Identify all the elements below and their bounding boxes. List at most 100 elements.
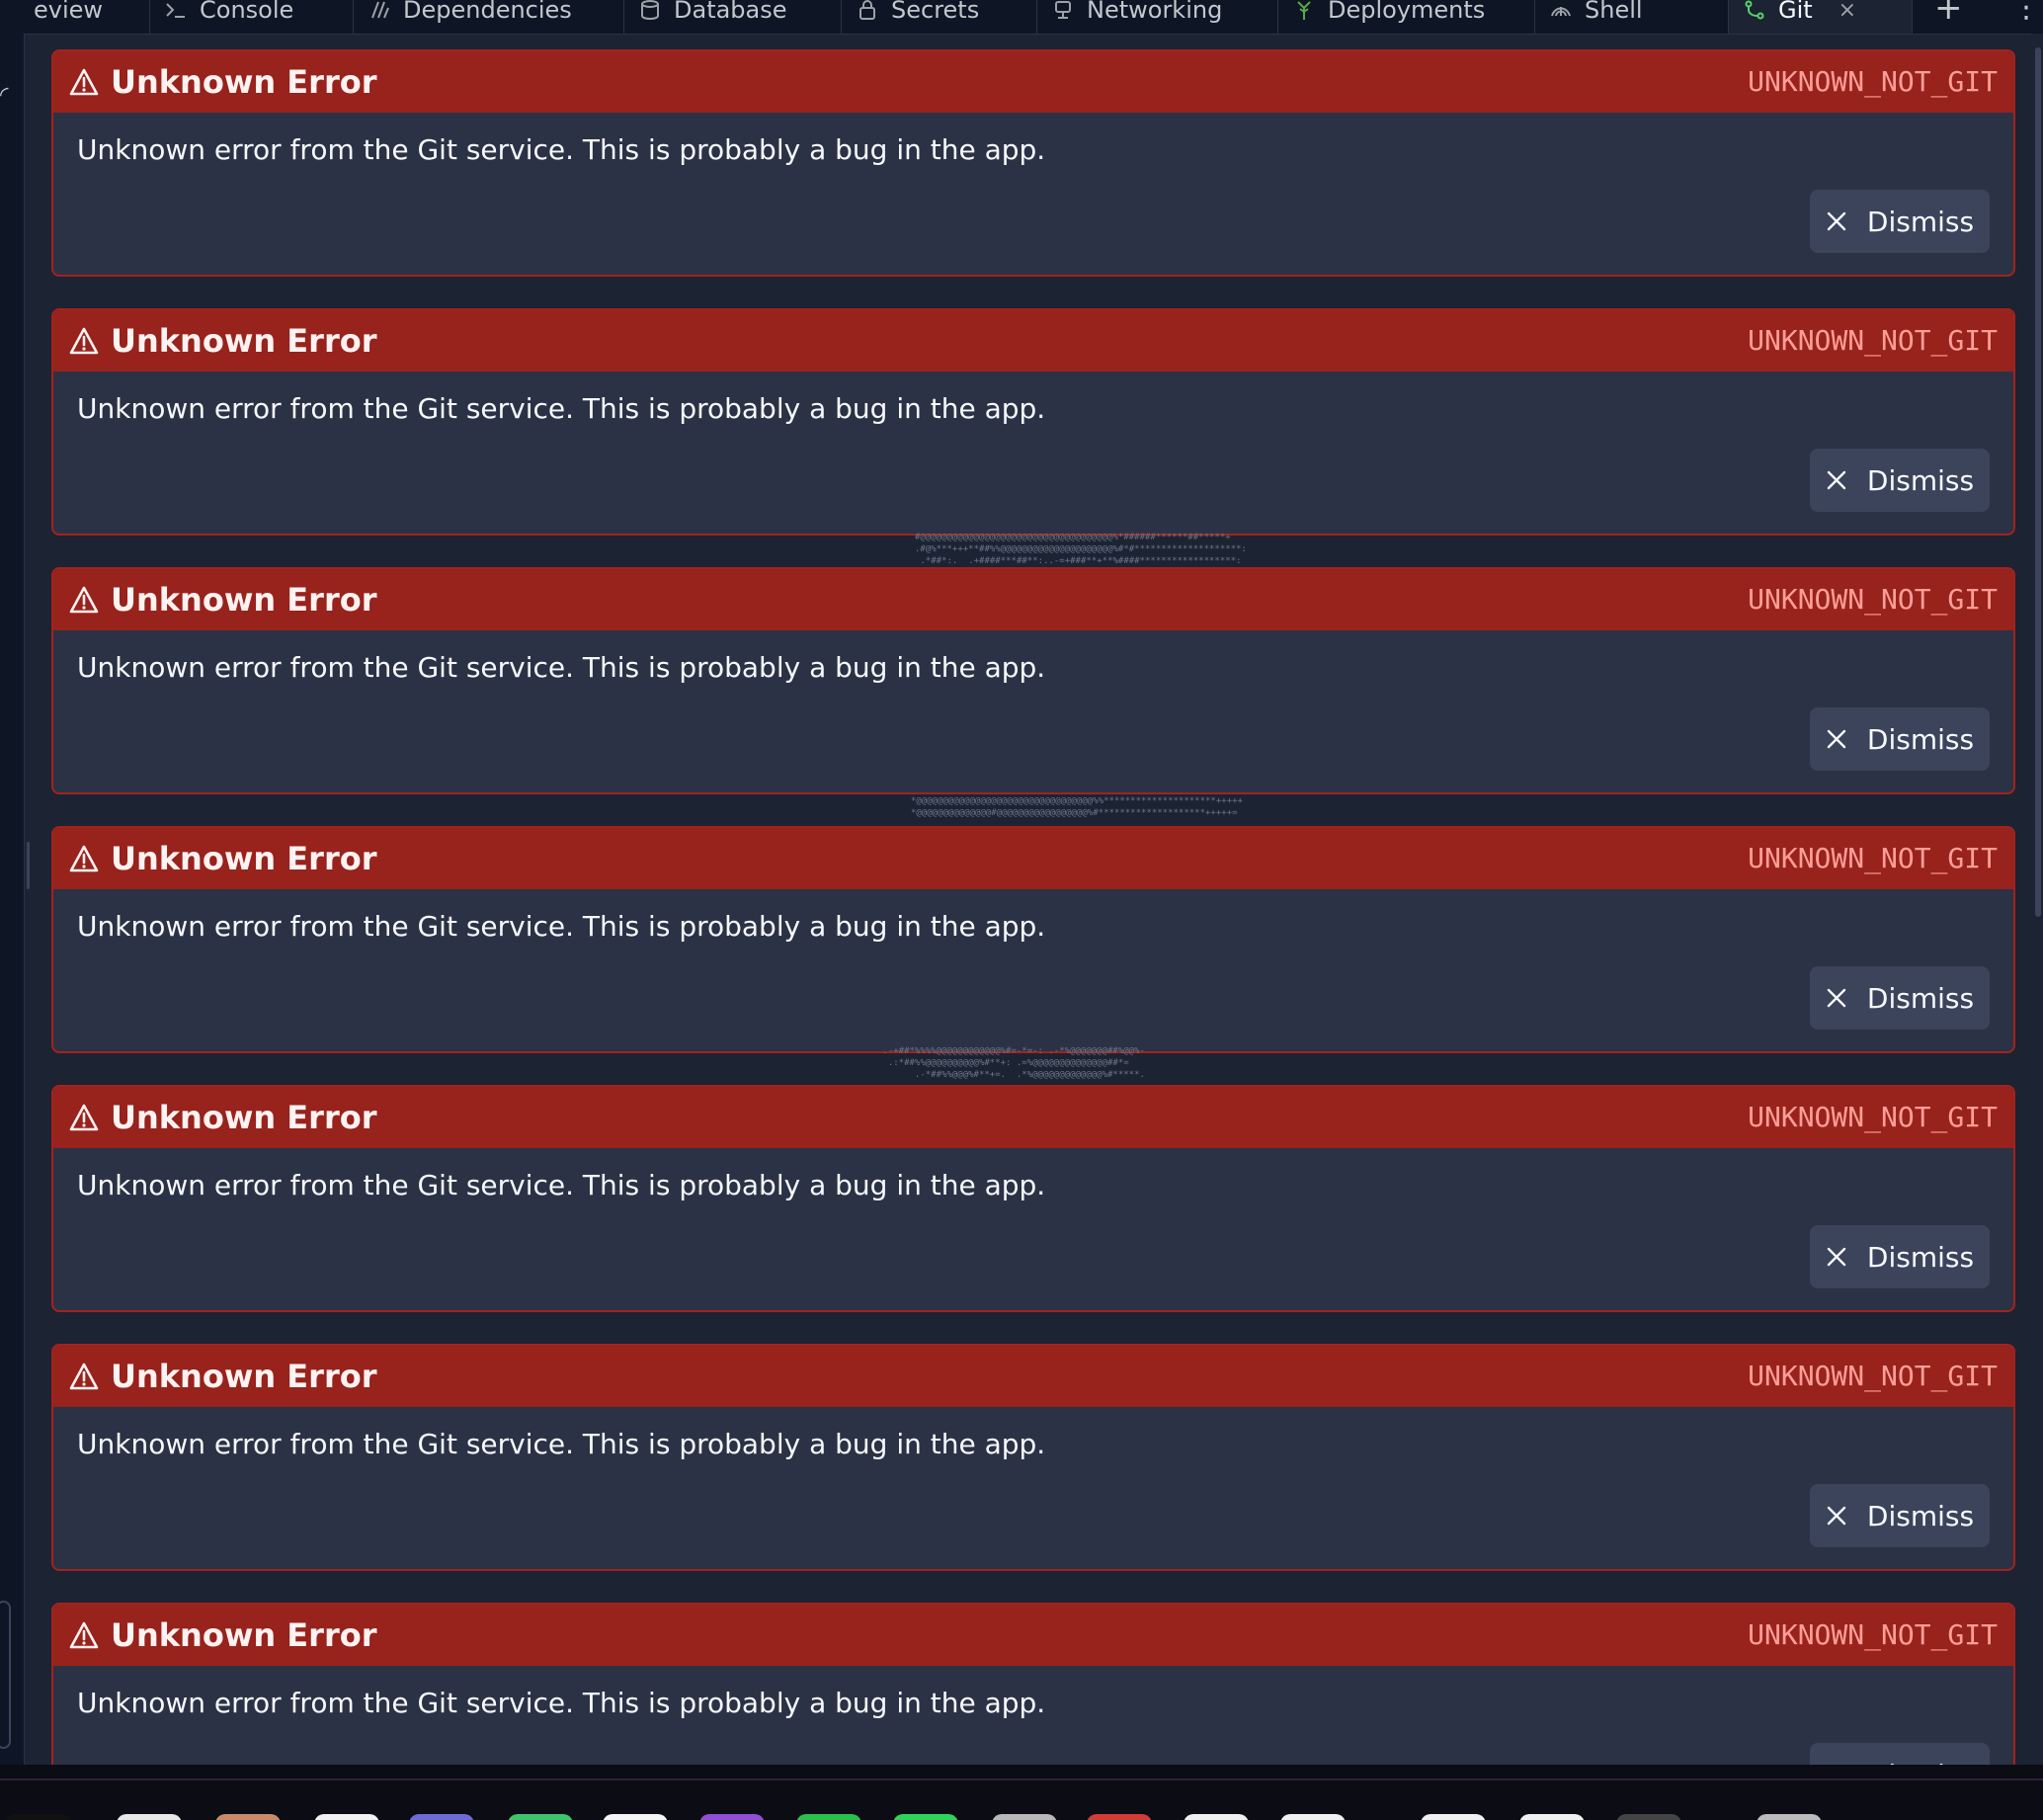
tab-label: Dependencies — [403, 0, 572, 24]
tab-git[interactable]: Git × — [1729, 0, 1913, 34]
tab-deployments[interactable]: Deployments — [1278, 0, 1535, 34]
error-code: UNKNOWN_NOT_GIT — [1748, 1618, 1998, 1651]
dock-app-icon[interactable] — [1519, 1814, 1585, 1820]
dismiss-button[interactable]: Dismiss — [1810, 1484, 1990, 1547]
database-icon — [638, 0, 662, 22]
error-code: UNKNOWN_NOT_GIT — [1748, 1360, 1998, 1392]
dock-app-icon[interactable] — [893, 1814, 958, 1820]
warning-triangle-icon — [69, 1621, 99, 1649]
shell-icon — [1549, 0, 1573, 22]
error-message: Unknown error from the Git service. This… — [77, 1428, 1046, 1460]
close-icon — [1827, 988, 1846, 1008]
error-card-header: Unknown Error UNKNOWN_NOT_GIT — [53, 51, 2013, 113]
error-card: Unknown Error UNKNOWN_NOT_GIT Unknown erro… — [51, 49, 2015, 277]
error-card-header: Unknown Error UNKNOWN_NOT_GIT — [53, 1087, 2013, 1148]
tab-secrets[interactable]: Secrets — [842, 0, 1037, 34]
error-card: Unknown Error UNKNOWN_NOT_GIT Unknown erro… — [51, 1603, 2015, 1765]
dock-app-icon[interactable] — [603, 1814, 668, 1820]
error-message: Unknown error from the Git service. This… — [77, 651, 1046, 684]
dock-app-icon[interactable] — [699, 1814, 765, 1820]
error-code: UNKNOWN_NOT_GIT — [1748, 583, 1998, 616]
dock-app-icon[interactable] — [117, 1814, 182, 1820]
ascii-art-fragment: .-+##*%%%%@@@@@@@@@@@@%#=-*=-: .-*%@@@@@… — [882, 1046, 1145, 1080]
tab-label: Deployments — [1328, 0, 1486, 24]
dismiss-button[interactable]: Dismiss — [1810, 190, 1990, 253]
error-card: Unknown Error UNKNOWN_NOT_GIT Unknown erro… — [51, 826, 2015, 1053]
dock-app-icon[interactable] — [314, 1814, 379, 1820]
tab-label: Shell — [1585, 0, 1643, 24]
error-card: Unknown Error UNKNOWN_NOT_GIT Unknown erro… — [51, 308, 2015, 536]
tab-label: eview — [34, 0, 104, 24]
ascii-art-fragment: *@@@@@@@@@@@@@@@@@@@@@@@@@@@@@@@@@%%****… — [911, 796, 1243, 818]
error-card-header: Unknown Error UNKNOWN_NOT_GIT — [53, 1346, 2013, 1407]
app-window: eview Console Dependencies Database Secr… — [0, 0, 2043, 1820]
dismiss-label: Dismiss — [1866, 463, 1975, 497]
dismiss-label: Dismiss — [1866, 205, 1975, 238]
dock-app-icon[interactable] — [215, 1814, 281, 1820]
dock-app-icon[interactable] — [992, 1814, 1057, 1820]
error-card: Unknown Error UNKNOWN_NOT_GIT Unknown erro… — [51, 1344, 2015, 1571]
dismiss-button[interactable]: Dismiss — [1810, 1225, 1990, 1288]
dismiss-button[interactable]: Dismiss — [1810, 449, 1990, 512]
new-tab-button[interactable]: + — [1934, 0, 1963, 28]
error-message: Unknown error from the Git service. This… — [77, 133, 1046, 166]
tab-shell[interactable]: Shell — [1535, 0, 1729, 34]
dismiss-label: Dismiss — [1866, 722, 1975, 756]
warning-triangle-icon — [69, 1104, 99, 1131]
scrollbar-thumb[interactable] — [2035, 47, 2041, 917]
close-icon — [1827, 729, 1846, 749]
more-options-icon[interactable]: ⋮ — [2011, 0, 2041, 25]
dock-app-icon[interactable] — [1280, 1814, 1346, 1820]
dismiss-button[interactable]: Dismiss — [1810, 966, 1990, 1030]
error-code: UNKNOWN_NOT_GIT — [1748, 842, 1998, 874]
error-message: Unknown error from the Git service. This… — [77, 910, 1046, 943]
dismiss-label: Dismiss — [1866, 1499, 1975, 1532]
tab-label: Database — [674, 0, 787, 24]
error-title: Unknown Error — [111, 1358, 377, 1395]
tab-networking[interactable]: Networking — [1037, 0, 1278, 34]
error-card: Unknown Error UNKNOWN_NOT_GIT Unknown erro… — [51, 1085, 2015, 1312]
warning-triangle-icon — [69, 1363, 99, 1390]
dock-app-icon[interactable] — [508, 1814, 573, 1820]
error-card: Unknown Error UNKNOWN_NOT_GIT Unknown erro… — [51, 567, 2015, 794]
dock-app-icon[interactable] — [6, 1814, 71, 1820]
dock-app-icon[interactable] — [796, 1814, 861, 1820]
dismiss-button[interactable]: Dismiss — [1810, 707, 1990, 771]
error-title: Unknown Error — [111, 1099, 377, 1136]
dock-app-icon[interactable] — [1184, 1814, 1249, 1820]
warning-triangle-icon — [69, 586, 99, 614]
tab-preview[interactable]: eview — [0, 0, 150, 34]
dock-app-icon[interactable] — [409, 1814, 474, 1820]
dock-app-icon[interactable] — [1616, 1814, 1681, 1820]
git-error-list: Unknown Error UNKNOWN_NOT_GIT Unknown erro… — [51, 34, 2015, 1765]
close-tab-icon[interactable]: × — [1839, 0, 1856, 23]
warning-triangle-icon — [69, 68, 99, 96]
warning-triangle-icon — [69, 327, 99, 355]
side-panel-edge — [0, 1601, 11, 1749]
dismiss-button[interactable]: Dismiss — [1810, 1743, 1990, 1765]
resize-handle[interactable] — [27, 842, 30, 889]
error-title: Unknown Error — [111, 581, 377, 619]
error-code: UNKNOWN_NOT_GIT — [1748, 65, 1998, 98]
collapse-glyph-icon[interactable]: ◜ — [0, 83, 9, 108]
error-card-header: Unknown Error UNKNOWN_NOT_GIT — [53, 1605, 2013, 1666]
deploy-icon — [1292, 0, 1316, 22]
error-title: Unknown Error — [111, 1616, 377, 1654]
dock-app-icon[interactable] — [1087, 1814, 1152, 1820]
tab-console[interactable]: Console — [150, 0, 354, 34]
tab-database[interactable]: Database — [624, 0, 842, 34]
dock-app-icon[interactable] — [1757, 1814, 1822, 1820]
error-title: Unknown Error — [111, 63, 377, 101]
dock-app-icon[interactable] — [1421, 1814, 1486, 1820]
error-message: Unknown error from the Git service. This… — [77, 1687, 1046, 1719]
error-code: UNKNOWN_NOT_GIT — [1748, 324, 1998, 357]
ascii-art-fragment: #@@@@@@@@@@@@@@@@@@@@@@@@@@@@@@@@@@@@%*#… — [915, 533, 1247, 566]
os-dock-strip — [0, 1765, 2043, 1820]
tab-label: Networking — [1087, 0, 1223, 24]
dismiss-label: Dismiss — [1866, 1240, 1975, 1274]
lock-icon — [856, 0, 879, 22]
error-card-header: Unknown Error UNKNOWN_NOT_GIT — [53, 310, 2013, 372]
error-card-header: Unknown Error UNKNOWN_NOT_GIT — [53, 569, 2013, 630]
network-icon — [1051, 0, 1075, 22]
tab-dependencies[interactable]: Dependencies — [354, 0, 624, 34]
